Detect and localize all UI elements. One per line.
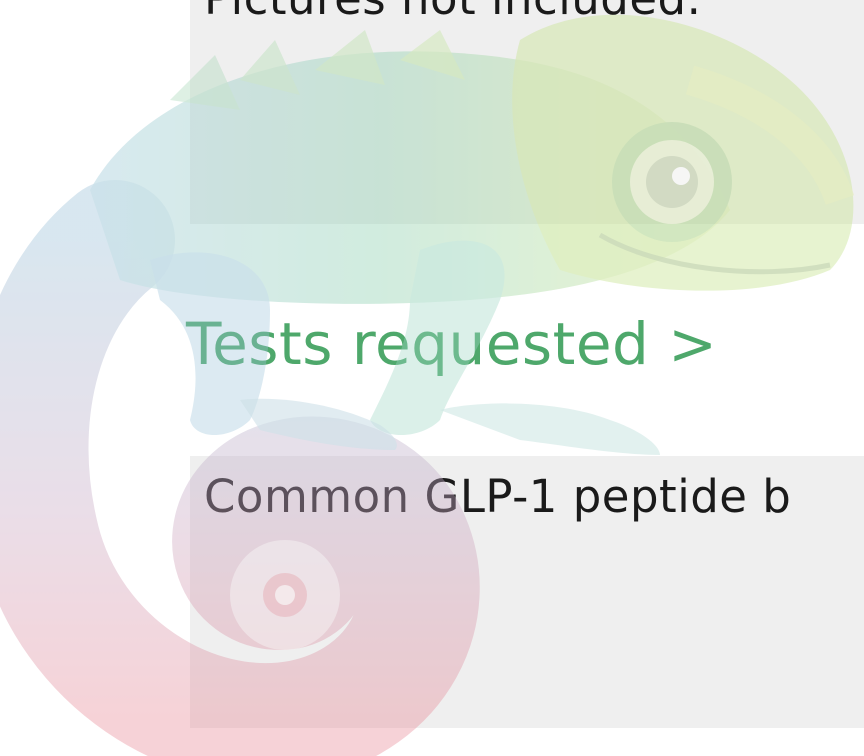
tests-panel: Common GLP-1 peptide b xyxy=(190,456,864,728)
tests-requested-link[interactable]: Tests requested > xyxy=(186,310,717,378)
tests-text: Common GLP-1 peptide b xyxy=(204,470,792,523)
notes-panel: Pictures not included. xyxy=(190,0,864,224)
notes-text: Pictures not included. xyxy=(204,0,701,25)
page: Pictures not included. Tests requested >… xyxy=(0,0,864,756)
